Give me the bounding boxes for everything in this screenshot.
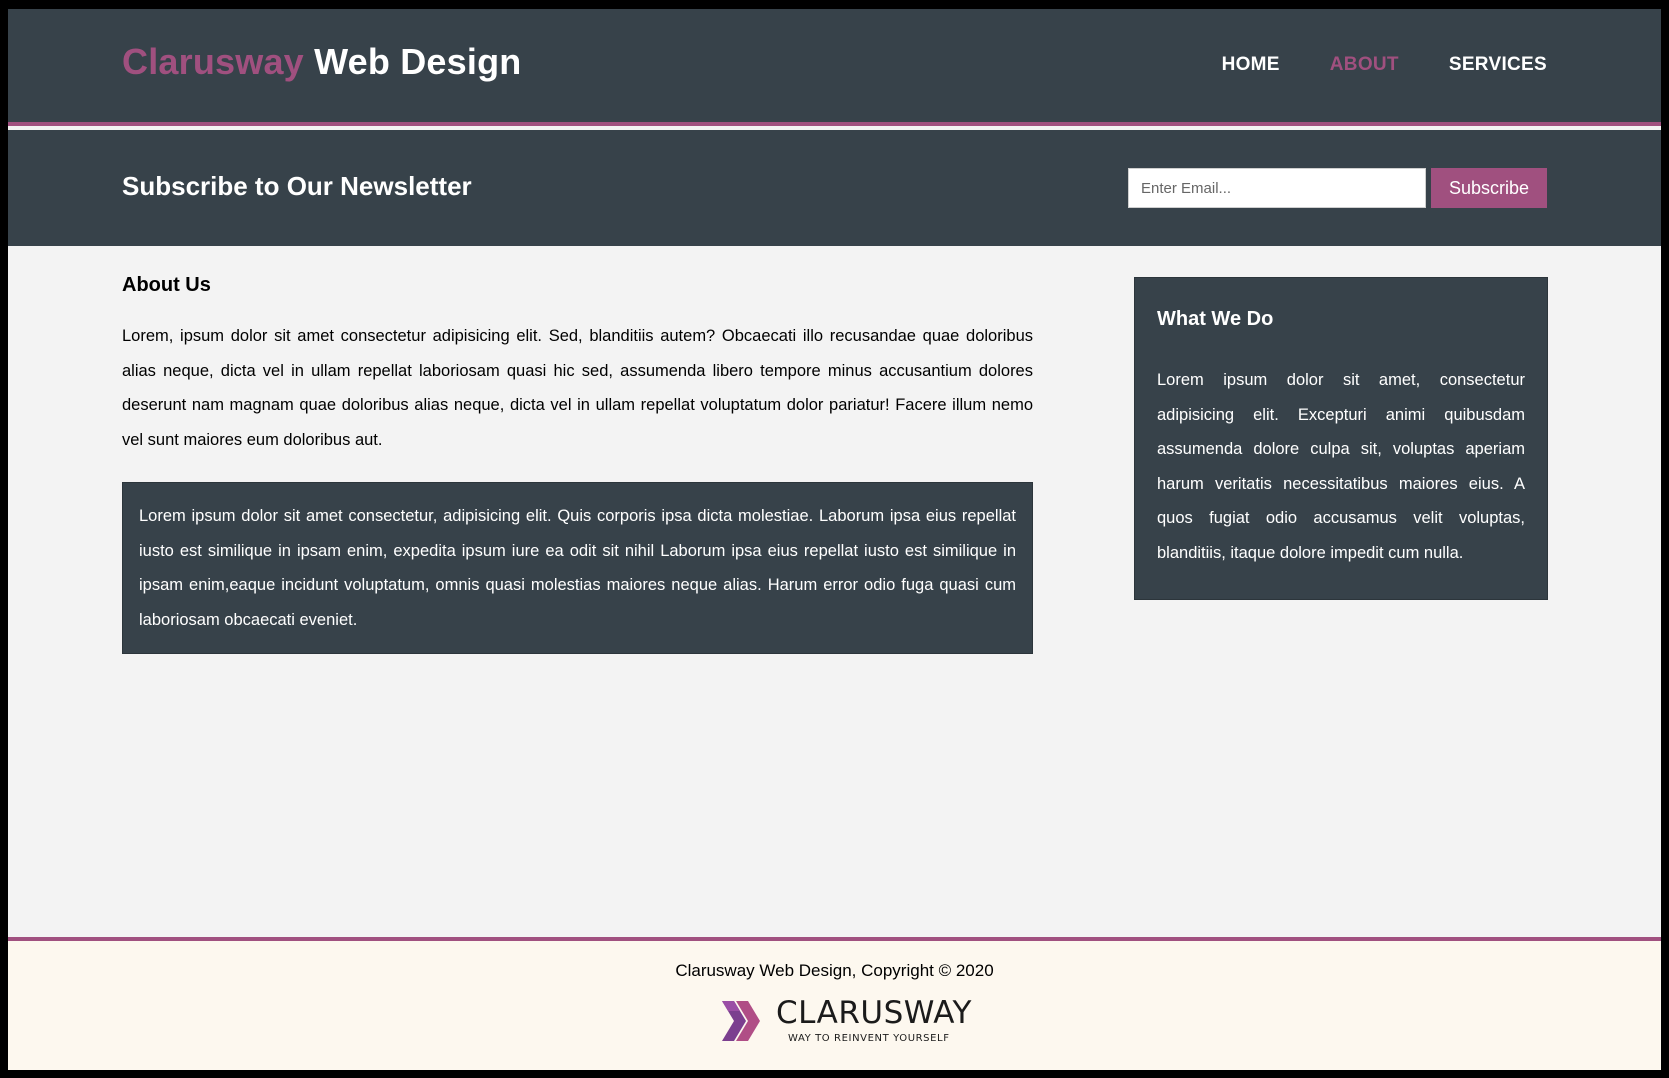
logo-text: Web Design [303, 41, 522, 82]
about-paragraph: Lorem, ipsum dolor sit amet consectetur … [122, 327, 1033, 449]
highlight-box: Lorem ipsum dolor sit amet consectetur, … [122, 482, 1033, 654]
logo-accent-text: Clarusway [122, 41, 304, 82]
newsletter-form: Subscribe [1128, 168, 1547, 208]
newsletter-section: Subscribe to Our Newsletter Subscribe [8, 130, 1661, 246]
brand-tagline: WAY TO REINVENT YOURSELF [788, 1033, 950, 1044]
brand-name: CLARUSWAY [776, 995, 972, 1031]
nav-services-link[interactable]: SERVICES [1449, 54, 1547, 76]
nav-home-link[interactable]: HOME [1222, 54, 1280, 76]
chevron-logo-icon [722, 1001, 760, 1041]
nav-about-link[interactable]: ABOUT [1330, 54, 1399, 76]
sidebar-title: What We Do [1157, 308, 1274, 330]
clarusway-logo[interactable]: CLARUSWAY WAY TO REINVENT YOURSELF [720, 995, 971, 1047]
page: Clarusway Web Design HOME ABOUT SERVICES… [8, 9, 1661, 1070]
copyright-text: Clarusway Web Design, Copyright © 2020 [675, 961, 994, 980]
subscribe-button[interactable]: Subscribe [1431, 168, 1547, 208]
about-section: About Us Lorem, ipsum dolor sit amet con… [122, 274, 1033, 654]
site-header: Clarusway Web Design HOME ABOUT SERVICES [8, 9, 1661, 126]
newsletter-title: Subscribe to Our Newsletter [122, 171, 472, 201]
sidebar-text: Lorem ipsum dolor sit amet, consectetur … [1157, 371, 1525, 562]
email-input[interactable] [1128, 168, 1426, 208]
what-we-do-sidebar: What We Do Lorem ipsum dolor sit amet, c… [1134, 277, 1548, 600]
main-nav: HOME ABOUT SERVICES [1222, 54, 1547, 76]
about-title: About Us [122, 274, 211, 296]
site-logo[interactable]: Clarusway Web Design [122, 41, 521, 83]
site-footer: Clarusway Web Design, Copyright © 2020 C… [8, 937, 1661, 1070]
highlight-text: Lorem ipsum dolor sit amet consectetur, … [139, 507, 1016, 629]
